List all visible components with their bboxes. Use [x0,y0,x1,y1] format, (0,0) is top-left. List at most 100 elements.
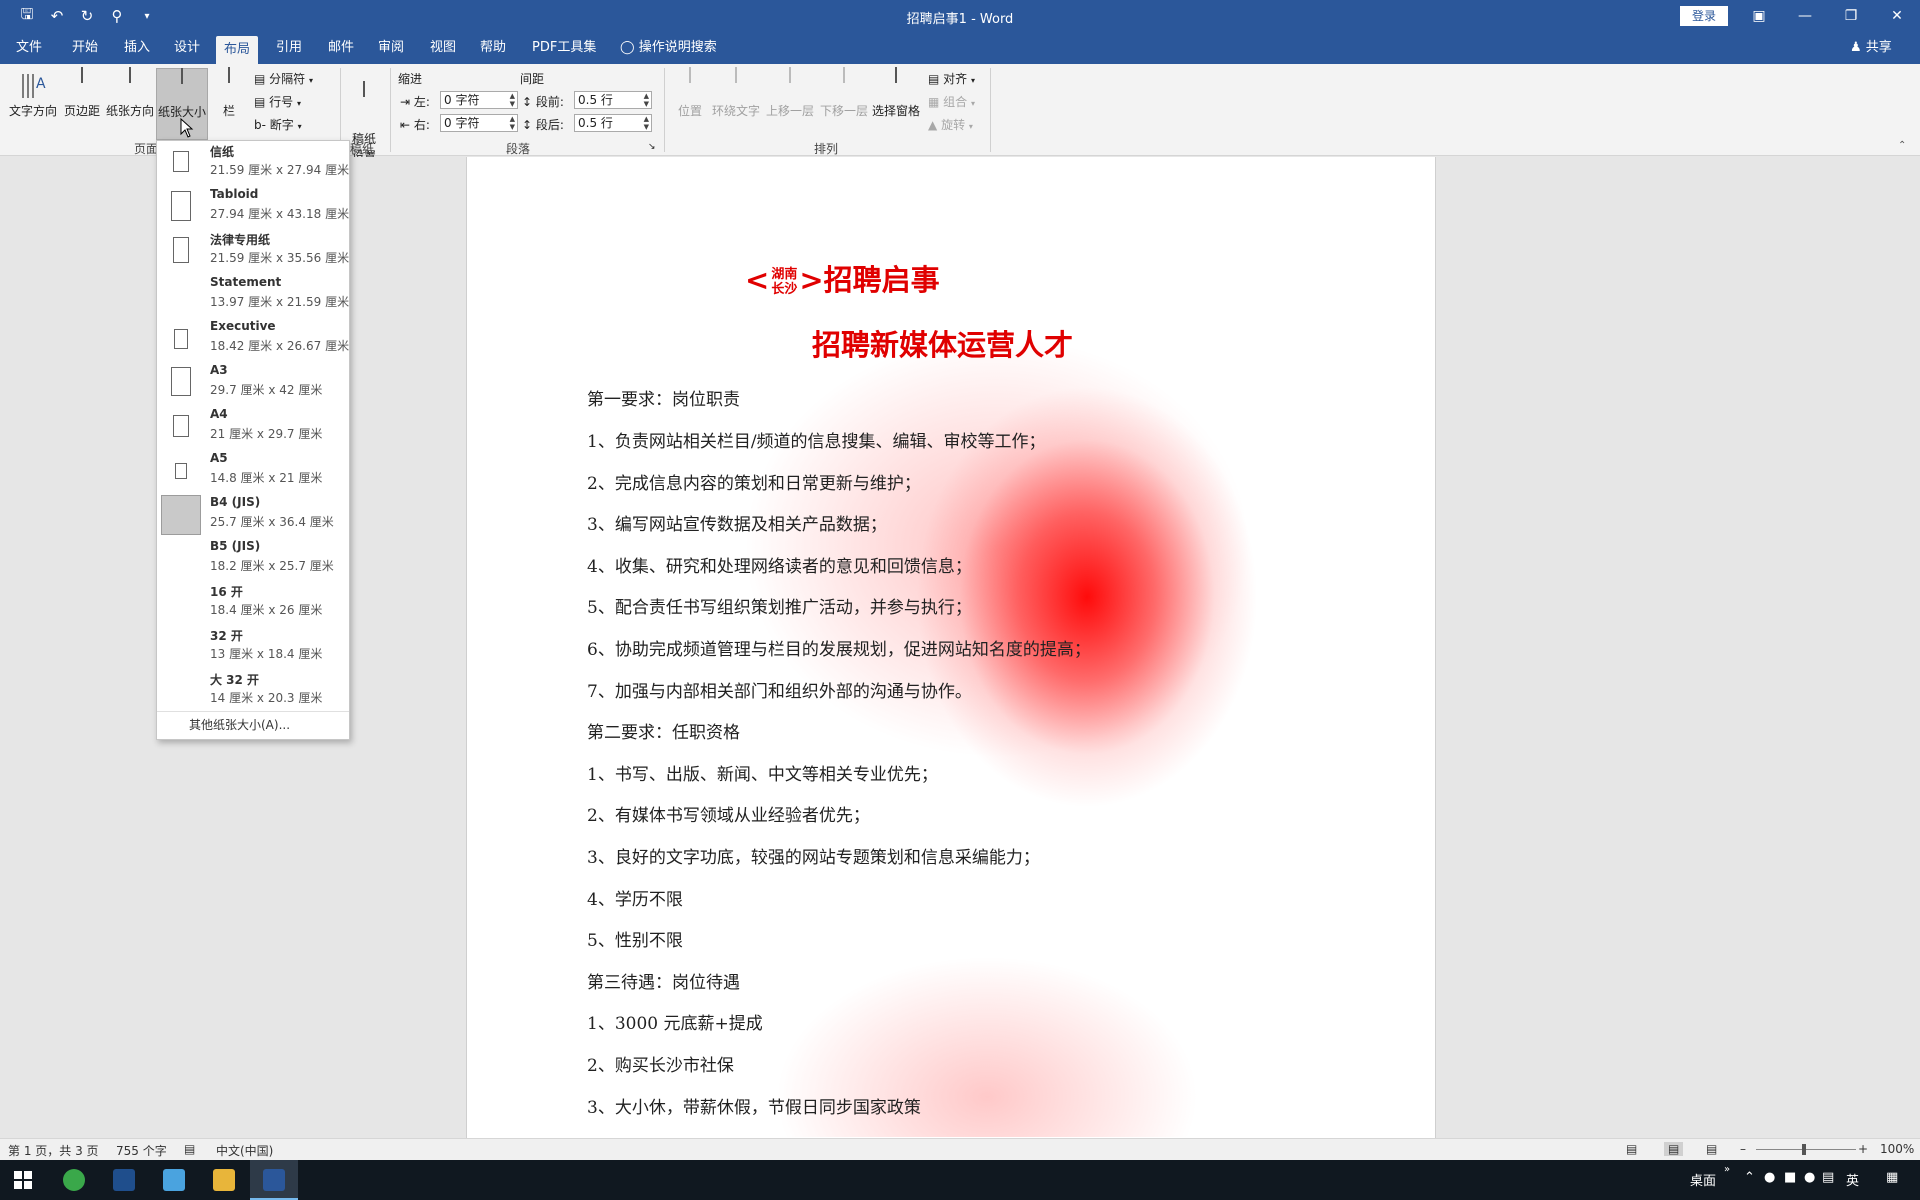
tab-home[interactable]: 开始 [64,32,106,64]
indent-left-input[interactable]: 0 字符 ▲ ▼ [440,91,518,109]
send-backward-button[interactable]: 下移一层 [818,67,870,134]
ribbon-display-options-icon[interactable]: ▣ [1736,0,1782,32]
paper-size-option[interactable]: Tabloid 27.94 厘米 x 43.18 厘米 [157,185,349,229]
proofing-icon[interactable]: ▤ [184,1142,195,1156]
web-layout-icon[interactable]: ▤ [1706,1142,1717,1156]
paper-size-option-selected[interactable]: B4 (JIS) 25.7 厘米 x 36.4 厘米 [157,493,349,537]
align-icon: ▤ [928,72,940,86]
breaks-button[interactable]: ▤ 分隔符 ▾ [254,70,313,87]
indent-right-input[interactable]: 0 字符 ▲ ▼ [440,114,518,132]
paragraph-dialog-launcher-icon[interactable]: ↘ [648,142,656,152]
minimize-icon[interactable]: — [1782,0,1828,32]
text-direction-button[interactable]: A 文字方向 [6,68,60,134]
undo-icon[interactable]: ↶ [42,7,72,25]
orientation-button[interactable]: 纸张方向 [104,67,156,134]
windows-start-icon[interactable] [0,1160,48,1200]
tray-app-icon[interactable]: ● [1764,1170,1775,1185]
redo-icon[interactable]: ↻ [72,7,102,25]
restore-icon[interactable]: ❐ [1828,0,1874,32]
paper-size-name: 信纸 [210,145,235,159]
login-button[interactable]: 登录 [1680,6,1728,26]
document-page[interactable]: < 湖南 长沙 >招聘启事 招聘新媒体运营人才 第一要求：岗位职责 1、负责网站相关栏… [466,157,1436,1138]
zoom-in-icon[interactable]: + [1858,1142,1868,1156]
group-button[interactable]: ▦ 组合 ▾ [928,93,975,110]
find-icon[interactable]: ⚲ [102,7,132,25]
tab-insert[interactable]: 插入 [116,32,158,64]
tab-references[interactable]: 引用 [268,32,310,64]
wrap-text-button[interactable]: 环绕文字 [710,67,762,134]
tell-me-search[interactable]: ◯ 操作说明搜索 [612,32,725,64]
spinner-arrows-icon[interactable]: ▲ ▼ [644,92,649,108]
page-count[interactable]: 第 1 页，共 3 页 [8,1142,99,1159]
columns-button[interactable]: 栏 [212,67,246,134]
manuscript-settings-button[interactable]: 稿纸 设置 [344,68,384,163]
hyphenation-button[interactable]: b‐ 断字 ▾ [254,116,302,133]
paper-size-option[interactable]: Statement 13.97 厘米 x 21.59 厘米 [157,273,349,317]
spinner-arrows-icon[interactable]: ▲ ▼ [510,115,515,131]
save-icon[interactable]: 🖫 [12,4,42,29]
tab-file[interactable]: 文件 [8,32,50,64]
selection-pane-button[interactable]: 选择窗格 [870,67,922,134]
tab-help[interactable]: 帮助 [472,32,514,64]
recorder-app-icon[interactable] [100,1160,148,1200]
paper-size-option[interactable]: A4 21 厘米 x 29.7 厘米 [157,405,349,449]
spacing-after-icon: ↕ [522,118,533,132]
more-paper-sizes-link[interactable]: 其他纸张大小(A)... [157,711,349,737]
close-icon[interactable]: ✕ [1874,0,1920,32]
toolbar-expand-icon[interactable]: » [1724,1164,1730,1175]
paper-size-option[interactable]: 大 32 开 14 厘米 x 20.3 厘米 [157,669,349,713]
microphone-icon[interactable]: ● [1804,1170,1815,1185]
tab-view[interactable]: 视图 [422,32,464,64]
bring-forward-button[interactable]: 上移一层 [764,67,816,134]
line-numbers-button[interactable]: ▤ 行号 ▾ [254,93,301,110]
paper-size-option[interactable]: 法律专用纸 21.59 厘米 x 35.56 厘米 [157,229,349,273]
word-app-icon[interactable] [250,1160,298,1200]
margins-label: 页边距 [63,104,100,118]
paper-size-option[interactable]: Executive 18.42 厘米 x 26.67 厘米 [157,317,349,361]
network-icon[interactable]: ▤ [1822,1170,1834,1185]
tab-design[interactable]: 设计 [166,32,208,64]
rotate-button[interactable]: ▲ 旋转 ▾ [928,116,973,133]
spinner-arrows-icon[interactable]: ▲ ▼ [510,92,515,108]
word-count[interactable]: 755 个字 [116,1142,167,1159]
zoom-out-icon[interactable]: – [1740,1142,1746,1156]
bring-forward-label: 上移一层 [765,104,814,118]
language-indicator[interactable]: 中文(中国) [216,1142,273,1159]
zoom-slider[interactable] [1756,1149,1856,1150]
margins-button[interactable]: 页边距 [60,67,104,134]
desktop-toolbar-label[interactable]: 桌面 [1690,1170,1716,1189]
selection-pane-label: 选择窗格 [871,104,920,118]
spacing-after-input[interactable]: 0.5 行 ▲ ▼ [574,114,652,132]
share-button[interactable]: ♟ 共享 [1850,32,1892,64]
customize-icon[interactable]: ▾ [132,11,162,22]
tab-review[interactable]: 审阅 [370,32,412,64]
doc-paragraph: 第一要求：岗位职责 [587,390,740,410]
collapse-ribbon-icon[interactable]: ⌃ [1898,140,1906,151]
paper-size-option[interactable]: 32 开 13 厘米 x 18.4 厘米 [157,625,349,669]
tray-app-icon[interactable]: ■ [1784,1170,1796,1185]
print-layout-icon[interactable]: ▤ [1664,1142,1684,1156]
read-mode-icon[interactable]: ▤ [1626,1142,1637,1156]
spacing-before-input[interactable]: 0.5 行 ▲ ▼ [574,91,652,109]
spinner-arrows-icon[interactable]: ▲ ▼ [644,115,649,131]
tray-overflow-icon[interactable]: ⌃ [1744,1170,1755,1185]
paper-size-option[interactable]: A3 29.7 厘米 x 42 厘米 [157,361,349,405]
ime-indicator[interactable]: 英 [1846,1170,1859,1189]
position-button[interactable]: 位置 [670,67,710,134]
tab-layout[interactable]: 布局 [216,36,259,64]
align-button[interactable]: ▤ 对齐 ▾ [928,70,975,87]
tab-mailings[interactable]: 邮件 [320,32,362,64]
browser-app-icon[interactable] [50,1160,98,1200]
orientation-icon [115,67,145,100]
paper-size-option[interactable]: A5 14.8 厘米 x 21 厘米 [157,449,349,493]
tab-pdf-tools[interactable]: PDF工具集 [524,32,604,64]
paper-size-option[interactable]: 信纸 21.59 厘米 x 27.94 厘米 [157,141,349,185]
paper-size-option[interactable]: B5 (JIS) 18.2 厘米 x 25.7 厘米 [157,537,349,581]
zoom-slider-thumb[interactable] [1802,1144,1806,1155]
calendar-icon[interactable]: ▦ [1886,1170,1898,1185]
notes-app-icon[interactable] [150,1160,198,1200]
file-explorer-icon[interactable] [200,1160,248,1200]
spacing-after-value: 0.5 行 [578,116,613,130]
zoom-level[interactable]: 100% [1880,1142,1914,1156]
paper-size-option[interactable]: 16 开 18.4 厘米 x 26 厘米 [157,581,349,625]
